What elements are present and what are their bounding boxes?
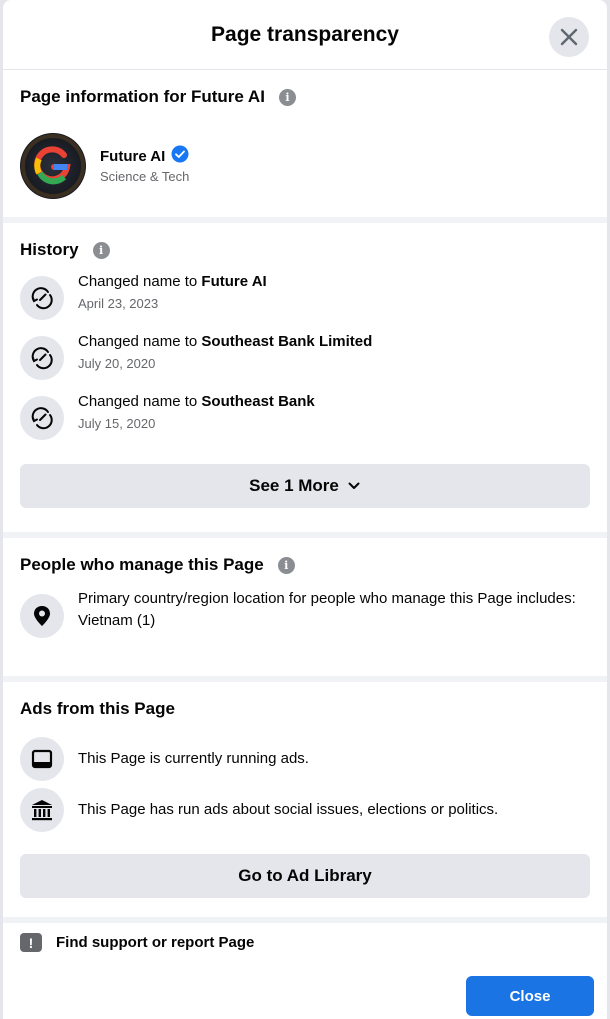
history-new-name: Future AI: [201, 273, 267, 290]
support-label: Find support or report Page: [56, 934, 255, 951]
history-date: July 20, 2020: [78, 356, 156, 371]
avatar[interactable]: [20, 133, 86, 199]
history-change-prefix: Changed name to: [78, 393, 202, 410]
history-item: Changed name to Southeast Bank July 15, …: [20, 393, 590, 440]
history-item-text: Changed name to Southeast Bank: [78, 392, 315, 412]
ads-icon-wrap: [20, 737, 64, 781]
name-change-icon-wrap: [20, 276, 64, 320]
managers-header: People who manage this Page i: [20, 538, 590, 575]
manager-location-value: Vietnam (1): [78, 612, 156, 629]
ads-header: Ads from this Page: [20, 682, 590, 719]
history-date: July 15, 2020: [78, 416, 156, 431]
history-change-prefix: Changed name to: [78, 333, 202, 350]
page-info-section: Page information for Future AI i Future …: [3, 70, 607, 217]
close-button[interactable]: Close: [466, 976, 594, 1016]
close-icon: [560, 28, 578, 46]
ad-library-label: Go to Ad Library: [238, 866, 372, 885]
history-section: History i Changed name to Future AI Apri…: [3, 223, 607, 532]
info-icon[interactable]: i: [92, 241, 110, 259]
ads-political-text: This Page has run ads about social issue…: [78, 801, 499, 818]
close-icon-button[interactable]: [549, 17, 589, 57]
history-new-name: Southeast Bank Limited: [201, 333, 373, 350]
ads-running-row: This Page is currently running ads.: [20, 737, 590, 781]
google-logo-icon: [21, 134, 85, 198]
government-building-icon: [32, 800, 52, 821]
see-more-label: See 1 More: [249, 476, 339, 495]
history-edit-icon: [31, 407, 53, 430]
dialog-title: Page transparency: [211, 22, 399, 46]
ads-political-row: This Page has run ads about social issue…: [20, 788, 590, 832]
support-row[interactable]: ! Find support or report Page: [20, 933, 590, 952]
page-category: Science & Tech: [100, 169, 190, 184]
ads-section: Ads from this Page This Page is currentl…: [3, 682, 607, 917]
page-info-title: Page information for Future AI: [20, 87, 265, 106]
page-identity: Future AI Science & Tech: [20, 133, 590, 199]
history-header: History i: [20, 223, 590, 260]
ads-title: Ads from this Page: [20, 699, 175, 718]
verified-badge-icon: [171, 145, 189, 162]
page-transparency-dialog: Page transparency Page information for F…: [3, 0, 607, 1019]
chevron-down-icon: [348, 482, 360, 489]
info-icon[interactable]: i: [278, 88, 296, 106]
ads-running-text: This Page is currently running ads.: [78, 750, 309, 767]
page-name[interactable]: Future AI: [100, 148, 165, 165]
history-new-name: Southeast Bank: [201, 393, 315, 410]
location-pin-icon: [34, 606, 50, 626]
close-button-label: Close: [509, 987, 551, 1005]
managers-section: People who manage this Page i Primary co…: [3, 538, 607, 676]
ad-library-button[interactable]: Go to Ad Library: [20, 854, 590, 898]
manager-location-row: Primary country/region location for peop…: [20, 590, 590, 638]
ad-screen-icon: [31, 749, 53, 769]
history-item: Changed name to Future AI April 23, 2023: [20, 273, 590, 320]
see-more-button[interactable]: See 1 More: [20, 464, 590, 508]
name-change-icon-wrap: [20, 396, 64, 440]
political-icon-wrap: [20, 788, 64, 832]
history-title: History: [20, 240, 79, 259]
report-icon: !: [20, 933, 42, 952]
dialog-header: Page transparency: [3, 0, 607, 70]
history-date: April 23, 2023: [78, 296, 159, 311]
manager-location-text: Primary country/region location for peop…: [78, 590, 576, 607]
history-change-prefix: Changed name to: [78, 273, 202, 290]
history-item-text: Changed name to Future AI: [78, 272, 267, 292]
managers-title: People who manage this Page: [20, 555, 264, 574]
info-icon[interactable]: i: [277, 556, 295, 574]
history-edit-icon: [31, 347, 53, 370]
history-item-text: Changed name to Southeast Bank Limited: [78, 332, 372, 352]
location-icon-wrap: [20, 594, 64, 638]
name-change-icon-wrap: [20, 336, 64, 380]
history-item: Changed name to Southeast Bank Limited J…: [20, 333, 590, 380]
support-section: ! Find support or report Page: [3, 923, 607, 952]
page-info-header: Page information for Future AI i: [20, 70, 590, 107]
history-edit-icon: [31, 287, 53, 310]
